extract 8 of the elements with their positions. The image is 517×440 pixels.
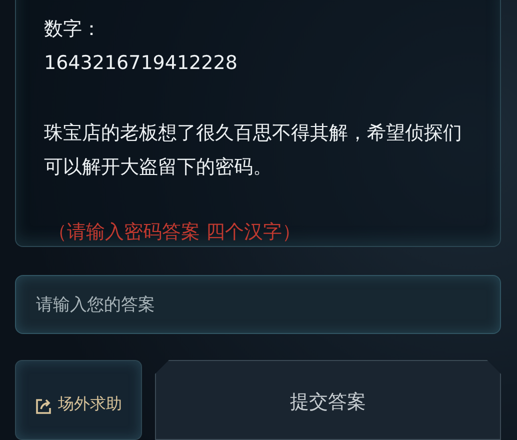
submit-button[interactable]: 提交答案: [155, 360, 501, 440]
hint-text: （请输入密码答案 四个汉字）: [48, 220, 302, 245]
story-text: 珠宝店的老板想了很久百思不得其解，希望侦探们可以解开大盗留下的密码。: [44, 121, 463, 180]
number-text: 1643216719412228: [44, 51, 238, 76]
share-icon: [35, 398, 52, 415]
help-button[interactable]: 场外求助: [15, 360, 142, 440]
answer-field[interactable]: 请输入您的答案: [15, 275, 501, 334]
label-text: 数字：: [44, 17, 102, 42]
